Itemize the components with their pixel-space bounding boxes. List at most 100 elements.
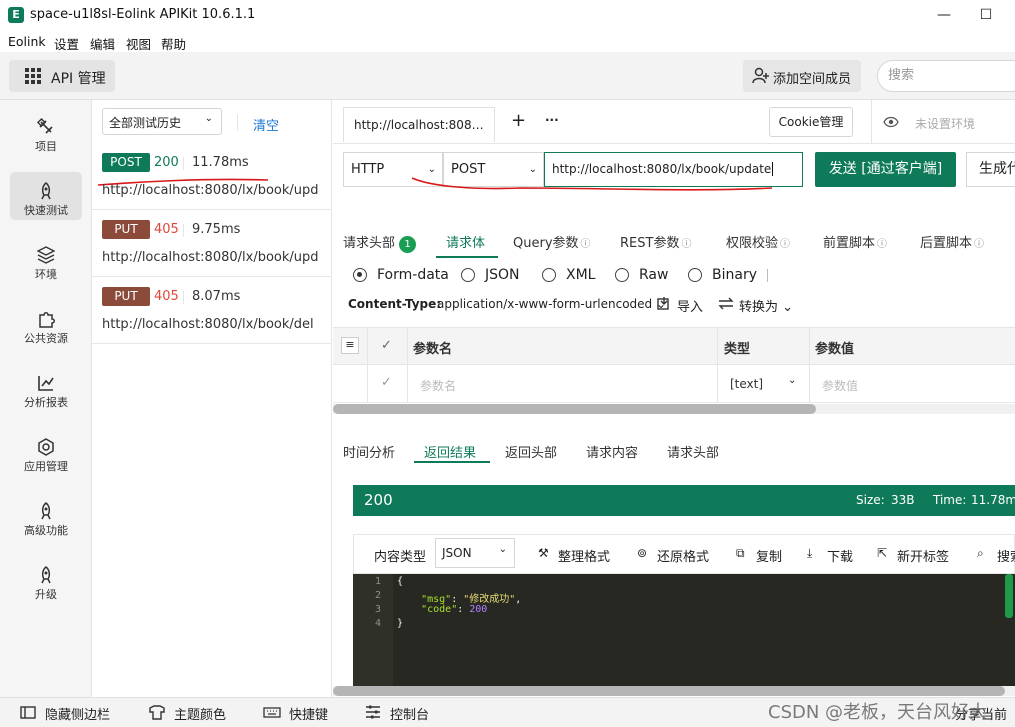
method-badge: PUT [102,220,150,239]
clear-history-button[interactable]: 清空 [253,115,279,134]
radio-form-data[interactable] [353,268,367,282]
request-tab-3[interactable]: REST参数 ⓘ [620,232,691,251]
add-tab-button[interactable]: + [511,110,526,131]
request-tab-0[interactable]: 请求头部 1 [343,232,417,253]
environment-select[interactable]: 未设置环境 [915,115,975,132]
hide-sidebar-button[interactable]: 隐藏侧边栏 [45,704,110,723]
maximize-icon[interactable]: ☐ [972,4,1000,26]
scrollbar-thumb[interactable] [333,404,816,414]
response-action-3[interactable]: 下载 [827,546,853,565]
url-input[interactable]: http://localhost:8080/lx/book/update [544,152,803,187]
sidebar-item-2[interactable]: 环境 [10,236,82,284]
generate-code-button[interactable]: 生成代码 [966,152,1015,187]
menu-view[interactable]: 视图 [126,34,151,53]
shortcuts-button[interactable]: 快捷键 [289,704,328,723]
response-action-0[interactable]: 整理格式 [558,546,610,565]
request-tab-4[interactable]: 权限校验 ⓘ [726,232,790,251]
more-tabs-button[interactable]: ··· [545,113,559,127]
response-tab-1[interactable]: 返回结果 [424,442,476,461]
response-tab-3[interactable]: 请求内容 [586,442,638,461]
send-button[interactable]: 发送 [通过客户端] [815,152,956,187]
status-code: 200 [364,491,393,509]
radio-binary[interactable] [688,268,702,282]
history-filter-select[interactable]: 全部测试历史 ⌄ [102,108,222,135]
content-type-select[interactable]: application/x-www-form-urlencoded ⌄ [437,297,666,311]
eye-icon[interactable] [883,116,899,128]
code-line: "code": 200 [421,604,488,615]
response-action-2[interactable]: 复制 [756,546,782,565]
select-all-checkbox[interactable]: ✓ [381,338,392,353]
sidebar-item-label: 高级功能 [24,524,68,537]
scrollbar-thumb[interactable] [333,686,1005,696]
divider [183,157,184,170]
menu-help[interactable]: 帮助 [161,34,186,53]
menu-icon[interactable]: ≡ [341,337,359,354]
rocket-icon [41,502,51,520]
body-type-label: JSON [485,267,520,283]
import-icon [657,297,669,310]
protocol-select[interactable]: HTTP ⌄ [343,152,443,187]
add-user-icon [752,67,769,84]
request-tab-2[interactable]: Query参数 ⓘ [513,232,591,251]
sidebar-item-6[interactable]: 高级功能 [10,492,82,540]
info-icon: ⓘ [580,239,591,250]
radio-json[interactable] [461,268,475,282]
import-button[interactable]: 导入 [677,296,703,315]
convert-button[interactable]: 转换为 ⌄ [739,296,793,315]
code-line: "msg": "修改成功", [421,594,522,605]
search-icon: ⌕ [977,546,984,560]
tab-label: 权限校验 [726,236,779,251]
sidebar-item-3[interactable]: 公共资源 [10,300,82,348]
response-tab-2[interactable]: 返回头部 [505,442,557,461]
editor-scrollbar[interactable] [1005,574,1013,618]
menu-eolink[interactable]: Eolink [8,34,46,49]
radio-raw[interactable] [615,268,629,282]
window-title: space-u1l8sl-Eolink APIKit 10.6.1.1 [30,7,256,22]
minimize-icon[interactable]: — [930,4,958,26]
row-checkbox[interactable]: ✓ [381,375,392,390]
sidebar-item-1[interactable]: 快速测试 [10,172,82,220]
column-header-param-name: 参数名 [413,342,453,357]
response-content-type-select[interactable]: JSON ⌄ [435,538,515,568]
response-action-4[interactable]: 新开标签 [897,546,949,565]
console-button[interactable]: 控制台 [390,704,429,723]
sidebar-item-label: 环境 [35,268,57,281]
sidebar-item-7[interactable]: 升级 [10,556,82,604]
sidebar-item-0[interactable]: 项目 [10,108,82,156]
radio-xml[interactable] [542,268,556,282]
sidebar-item-4[interactable]: 分析报表 [10,364,82,412]
param-value-input[interactable]: 参数值 [822,377,858,394]
format-icon: ⚒ [538,546,549,560]
search-input[interactable]: 搜索 [877,60,1015,92]
gear-icon [38,438,54,456]
restore-icon: ⊚ [637,546,648,560]
method-badge: PUT [102,287,150,306]
cookie-management-button[interactable]: Cookie管理 [769,107,853,137]
response-time: 9.75ms [192,222,241,237]
menu-settings[interactable]: 设置 [54,34,79,53]
request-tab[interactable]: http://localhost:808… [343,107,495,142]
tab-label: 前置脚本 [823,236,876,251]
response-tab-4[interactable]: 请求头部 [667,442,719,461]
divider [237,114,238,131]
tab-label: REST参数 [620,236,680,251]
request-tab-6[interactable]: 后置脚本 ⓘ [920,232,984,251]
response-action-5[interactable]: 搜索 [997,546,1015,565]
divider [871,100,872,144]
watermark: CSDN @老板，天台风好大 [768,702,988,723]
param-name-input[interactable]: 参数名 [420,377,456,394]
size-value: 33B [891,493,915,507]
menu-edit[interactable]: 编辑 [90,34,115,53]
sidebar-item-label: 快速测试 [24,204,68,217]
method-select[interactable]: POST ⌄ [443,152,544,187]
response-action-1[interactable]: 还原格式 [657,546,709,565]
active-tab-indicator [436,256,498,258]
theme-color-button[interactable]: 主题颜色 [174,704,226,723]
response-tab-0[interactable]: 时间分析 [343,442,395,461]
request-tab-5[interactable]: 前置脚本 ⓘ [823,232,887,251]
request-tab-1[interactable]: 请求体 [446,232,485,251]
history-url: http://localhost:8080/lx/book/upd… [102,250,320,265]
environment-icon [37,246,55,264]
param-type-select[interactable]: [text] [730,377,763,391]
sidebar-item-5[interactable]: 应用管理 [10,428,82,476]
